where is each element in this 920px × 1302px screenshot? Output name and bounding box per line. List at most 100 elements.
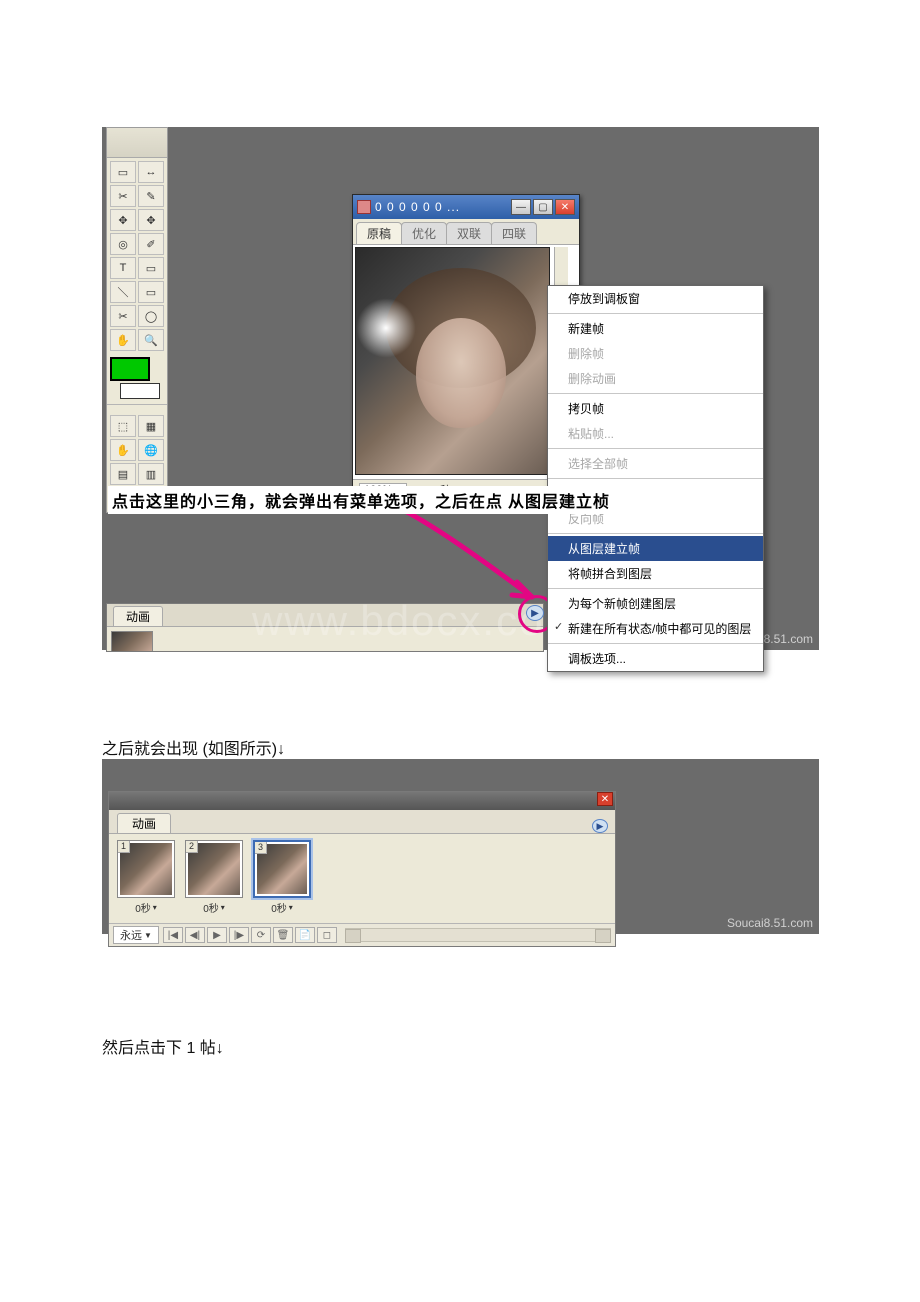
tool-button[interactable]: ▭: [110, 161, 136, 183]
preview-tabs: 原稿优化双联四联: [353, 219, 579, 245]
figure-1: ▭↔✂✎✥✥◎✐T▭＼▭✂◯✋🔍 ⬚▦✋🌐▤▥▦⚙ 0 0 0 0 0 0 ..…: [102, 127, 819, 650]
playback-button[interactable]: 🗑: [273, 927, 293, 943]
foreground-color-swatch[interactable]: [110, 357, 150, 381]
menu-item[interactable]: 新建帧: [548, 316, 763, 341]
minimize-button[interactable]: —: [511, 199, 531, 215]
menu-separator: [548, 448, 763, 449]
chevron-down-icon: ▼: [144, 931, 152, 940]
menu-item[interactable]: 停放到调板窗: [548, 286, 763, 311]
tool-button[interactable]: ▦: [138, 415, 164, 437]
tool-button[interactable]: ✐: [138, 233, 164, 255]
tool-button[interactable]: ▭: [138, 257, 164, 279]
tool-button[interactable]: 🌐: [138, 439, 164, 461]
canvas-image[interactable]: [355, 247, 550, 475]
tool-button[interactable]: ▤: [110, 463, 136, 485]
tool-button[interactable]: ✂: [110, 185, 136, 207]
menu-item: 选择全部帧: [548, 451, 763, 476]
caption-2: 然后点击下 1 帖↓: [102, 1034, 920, 1058]
panel-menu-trigger[interactable]: ▶: [592, 819, 608, 833]
frame-delay-dropdown[interactable]: 0秒▾: [271, 898, 293, 917]
playback-button[interactable]: ◻: [317, 927, 337, 943]
close-button[interactable]: ✕: [555, 199, 575, 215]
menu-separator: [548, 313, 763, 314]
tool-button[interactable]: ◎: [110, 233, 136, 255]
menu-item: 删除帧: [548, 341, 763, 366]
toolbox-panel: ▭↔✂✎✥✥◎✐T▭＼▭✂◯✋🔍 ⬚▦✋🌐▤▥▦⚙: [106, 127, 168, 513]
tool-button[interactable]: ✎: [138, 185, 164, 207]
animation-frame[interactable]: 2 0秒▾: [183, 840, 245, 917]
tool-button[interactable]: ▥: [138, 463, 164, 485]
preview-tab[interactable]: 双联: [446, 222, 492, 244]
annotation-text: 点击这里的小三角，就会弹出有菜单选项，之后在点 从图层建立桢: [108, 486, 648, 514]
app-icon: [357, 200, 371, 214]
playback-button[interactable]: 📄: [295, 927, 315, 943]
chevron-down-icon: ▾: [153, 903, 157, 912]
frame-thumb-partial[interactable]: [111, 631, 153, 651]
frames-scrollbar[interactable]: [345, 928, 611, 942]
playback-button[interactable]: ⟳: [251, 927, 271, 943]
preview-tab[interactable]: 四联: [491, 222, 537, 244]
frame-number: 3: [255, 842, 267, 854]
playback-button[interactable]: |◀: [163, 927, 183, 943]
tool-button[interactable]: T: [110, 257, 136, 279]
frames-strip: 1 0秒▾ 2 0秒▾ 3 0秒▾: [109, 834, 615, 923]
animation-panel: 动画: [106, 603, 544, 652]
menu-separator: [548, 643, 763, 644]
tool-button[interactable]: ✥: [138, 209, 164, 231]
panel-header[interactable]: ✕: [109, 792, 615, 810]
tool-button[interactable]: ＼: [110, 281, 136, 303]
frame-delay-dropdown[interactable]: 0秒▾: [135, 898, 157, 917]
toolbox-header[interactable]: [107, 128, 167, 158]
chevron-down-icon: ▾: [289, 903, 293, 912]
tool-button[interactable]: ▭: [138, 281, 164, 303]
background-color-swatch[interactable]: [120, 383, 160, 399]
window-titlebar[interactable]: 0 0 0 0 0 0 ... — ▢ ✕: [353, 195, 579, 219]
panel-menu-trigger[interactable]: ▶: [526, 605, 544, 621]
animation-frame[interactable]: 1 0秒▾: [115, 840, 177, 917]
playback-button[interactable]: ▶: [207, 927, 227, 943]
source-credit: Soucai8.51.com: [727, 916, 813, 930]
frame-number: 2: [186, 841, 198, 853]
preview-tab[interactable]: 原稿: [356, 222, 402, 244]
menu-item[interactable]: 从图层建立帧: [548, 536, 763, 561]
animation-tab[interactable]: 动画: [113, 606, 163, 626]
playback-button[interactable]: ◀|: [185, 927, 205, 943]
menu-separator: [548, 393, 763, 394]
playback-button[interactable]: |▶: [229, 927, 249, 943]
tool-button[interactable]: ✥: [110, 209, 136, 231]
frame-number: 1: [118, 841, 130, 853]
document-window: 0 0 0 0 0 0 ... — ▢ ✕ 原稿优化双联四联: [352, 194, 580, 501]
close-button[interactable]: ✕: [597, 792, 613, 806]
animation-controls: 永远 ▼ |◀◀|▶|▶⟳🗑📄◻: [109, 923, 615, 946]
menu-item: 删除动画: [548, 366, 763, 391]
preview-tab[interactable]: 优化: [401, 222, 447, 244]
tool-button[interactable]: ✋: [110, 329, 136, 351]
menu-separator: [548, 478, 763, 479]
loop-dropdown[interactable]: 永远 ▼: [113, 926, 159, 944]
tool-button[interactable]: ↔: [138, 161, 164, 183]
menu-item: 粘贴帧...: [548, 421, 763, 446]
annotation-arrow: [372, 497, 562, 617]
menu-separator: [548, 533, 763, 534]
frame-delay-dropdown[interactable]: 0秒▾: [203, 898, 225, 917]
caption-1: 之后就会出现 (如图所示)↓: [102, 735, 920, 759]
maximize-button[interactable]: ▢: [533, 199, 553, 215]
menu-item[interactable]: 拷贝帧: [548, 396, 763, 421]
animation-panel: ✕ 动画 ▶ 10秒▾20秒▾30秒▾ 永远 ▼ |◀◀|▶|▶⟳🗑📄◻: [108, 791, 616, 947]
animation-tab[interactable]: 动画: [117, 813, 171, 833]
panel-flyout-menu: 停放到调板窗新建帧删除帧删除动画拷贝帧粘贴帧...选择全部帧过渡...反向帧从图…: [547, 285, 764, 672]
canvas-area: [353, 245, 579, 479]
tool-button[interactable]: 🔍: [138, 329, 164, 351]
menu-separator: [548, 588, 763, 589]
tool-button[interactable]: ✋: [110, 439, 136, 461]
tool-button[interactable]: ◯: [138, 305, 164, 327]
menu-item[interactable]: 新建在所有状态/帧中都可见的图层: [548, 616, 763, 641]
menu-item[interactable]: 调板选项...: [548, 646, 763, 671]
animation-frame[interactable]: 3 0秒▾: [251, 840, 313, 917]
figure-2: ✕ 动画 ▶ 10秒▾20秒▾30秒▾ 永远 ▼ |◀◀|▶|▶⟳🗑📄◻ Sou…: [102, 759, 819, 934]
tool-button[interactable]: ⬚: [110, 415, 136, 437]
tool-button[interactable]: ✂: [110, 305, 136, 327]
window-title: 0 0 0 0 0 0 ...: [375, 200, 460, 214]
menu-item[interactable]: 为每个新帧创建图层: [548, 591, 763, 616]
menu-item[interactable]: 将帧拼合到图层: [548, 561, 763, 586]
